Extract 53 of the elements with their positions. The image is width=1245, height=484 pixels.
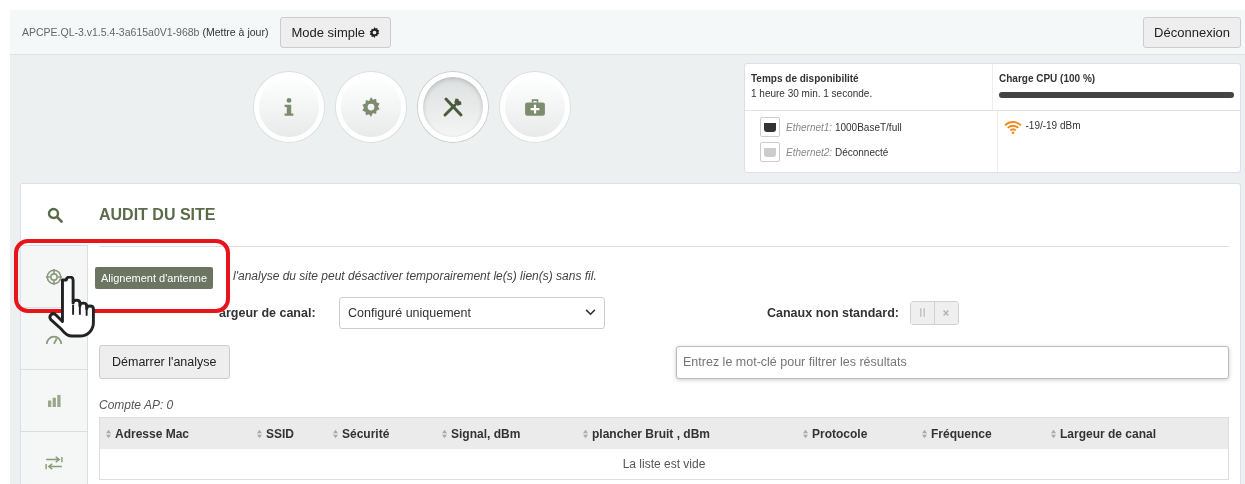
tooltip: Alignement d'antenne [95,267,214,289]
medkit-icon [524,96,546,118]
sort-icon [332,428,339,439]
logout-button[interactable]: Déconnexion [1143,16,1241,48]
column-header[interactable]: Fréquence [921,426,1050,441]
warning-text: l'analyse du site peut désactiver temporairement le(s) lien(s) sans fil. [233,269,597,283]
sort-icon [802,428,809,439]
crosshair-icon [45,267,63,286]
ap-count: Compte AP: 0 [99,398,175,412]
port-status: Ethernet2: Déconnecté [786,146,889,158]
medkit-nav-button[interactable] [500,72,570,142]
filter-field[interactable]: Entrez le mot-clé pour filtrer les résultats [676,345,1229,379]
mode-button[interactable]: Mode simple [280,16,392,48]
sort-icon [441,428,448,439]
gear-nav-button[interactable] [336,72,406,142]
empty-table-message: La liste est vide [621,456,707,473]
sort-icon [921,428,928,439]
channel-width-label: argeur de canal: [218,305,317,320]
firmware-version: APCPE.QL-3.v1.5.4-3a615a0V1-968b [22,26,200,38]
gear-icon [369,26,381,38]
non-standard-label: Canaux non standard: [766,305,899,320]
column-header[interactable]: SSID [256,426,332,441]
channel-width-select[interactable]: Configuré uniquement [339,296,605,329]
sort-icon [582,428,589,439]
start-scan-button[interactable]: Démarrer l'analyse [99,345,230,379]
cpu-label: Charge CPU (100 %) [999,73,1097,84]
off-cross-icon [942,308,951,317]
wifi-icon [1003,120,1022,134]
chevron-down-icon [585,309,596,316]
column-header[interactable]: Protocole [802,426,921,441]
search-icon [46,206,63,223]
column-header[interactable]: Adresse Mac [105,426,256,441]
uptime-label: Temps de disponibilité [751,73,860,84]
tools-icon [441,95,465,119]
bar-chart-icon [46,394,62,407]
update-link[interactable]: (Mettre à jour) [202,26,269,38]
section-title: AUDIT DU SITE [99,205,217,225]
uptime-value: 1 heure 30 min. 1 seconde. [751,88,874,99]
column-header[interactable]: Largeur de canal [1050,426,1228,441]
tools-nav-button[interactable] [418,72,488,142]
column-header[interactable]: Sécurité [332,426,441,441]
sort-icon [1050,428,1057,439]
column-header[interactable]: Signal, dBm [441,426,582,441]
gear-icon [361,97,381,117]
column-header[interactable]: plancher Bruit , dBm [582,426,802,441]
sort-icon [256,428,263,439]
on-bars-icon [919,307,925,318]
search-tab[interactable] [21,184,88,246]
signal-value: -19/-19 dBm [1025,120,1081,131]
sort-icon [105,428,112,439]
port-status: Ethernet1: 1000BaseT/full [786,121,902,133]
transfer-icon [45,455,63,470]
toggle-switch[interactable] [909,300,959,325]
